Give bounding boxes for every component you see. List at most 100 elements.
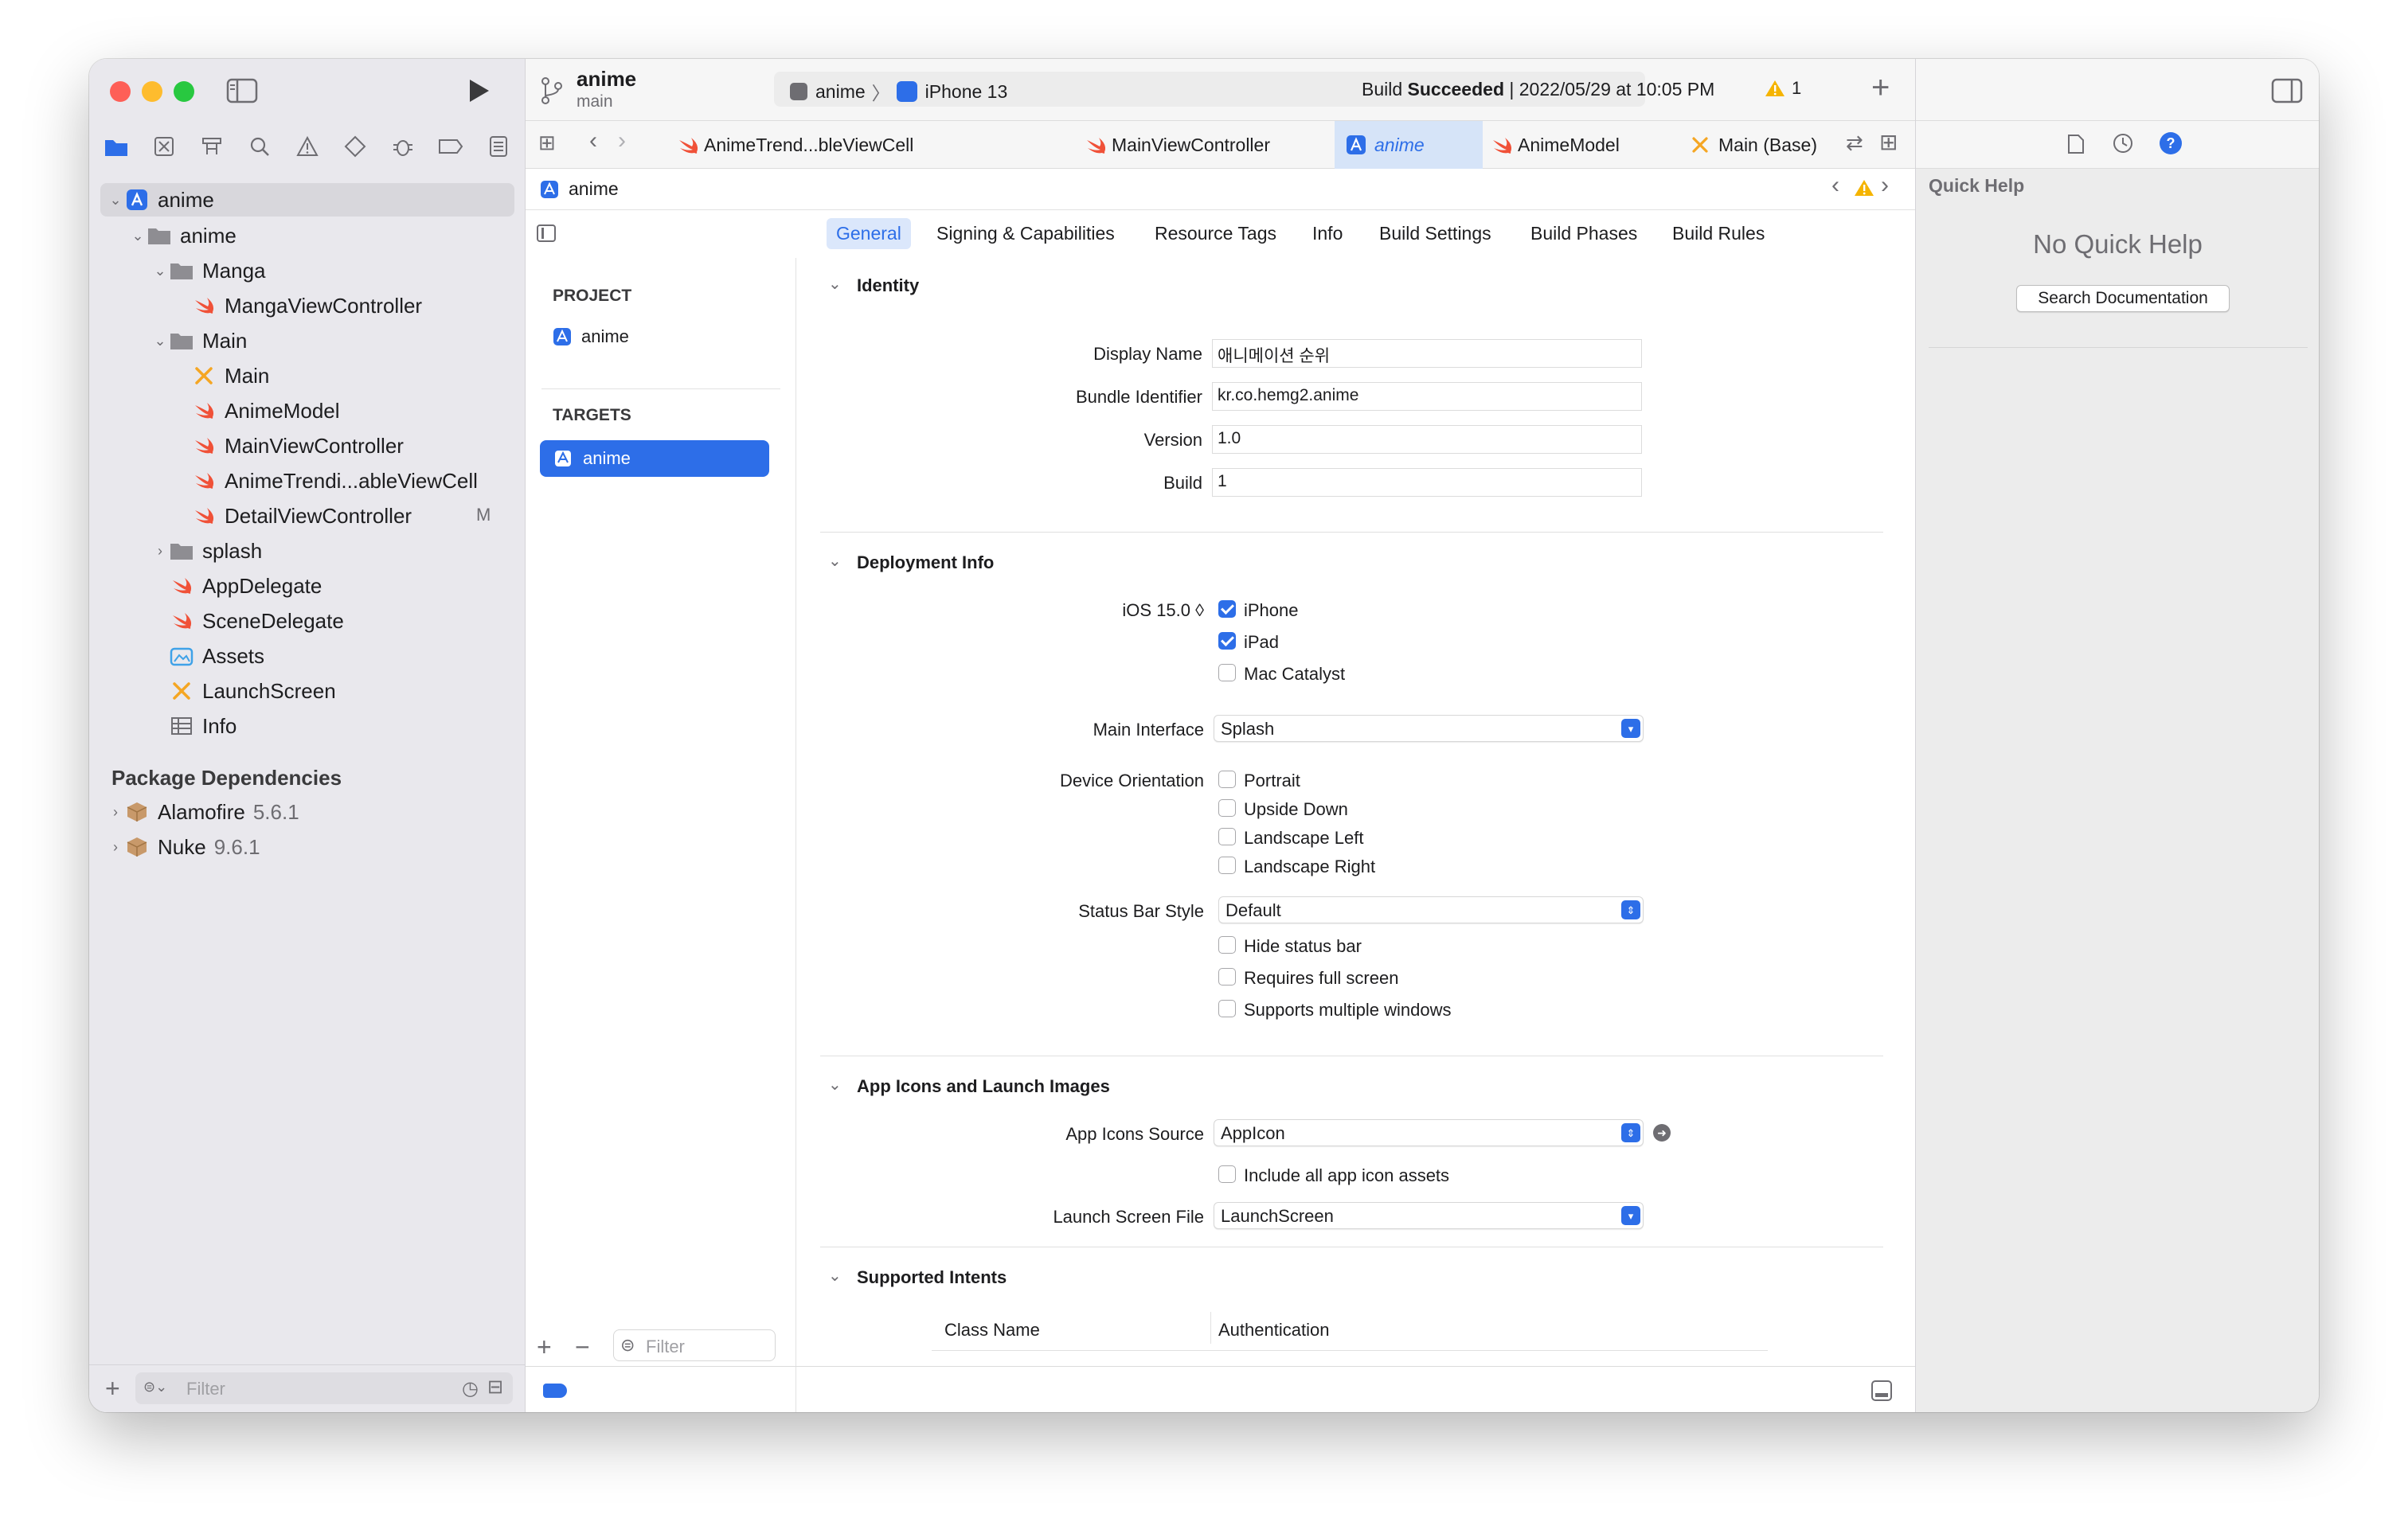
tree-item-anime-group[interactable]: ⌄ anime [129,219,236,252]
jump-bar-path[interactable]: anime [540,178,619,200]
multiple-windows-checkbox[interactable] [1218,1000,1236,1017]
ios-version-popup[interactable]: iOS 15.0 ◊ [1067,600,1204,621]
tree-item-info[interactable]: Info [169,709,236,743]
display-name-field[interactable]: 애니메이션 순위 [1212,339,1642,368]
status-bar-style-popup[interactable]: Default ⇕ [1218,896,1644,923]
tree-item-detailviewcontroller[interactable]: DetailViewController [191,499,412,533]
toggle-inspector-icon[interactable] [2271,78,2303,107]
chevron-right-icon[interactable]: › [107,839,124,856]
chevron-down-icon[interactable]: ⌄ [151,263,169,279]
back-icon[interactable]: ‹ [589,127,597,154]
toggle-targets-icon[interactable] [537,224,556,242]
tree-item-mangaviewcontroller[interactable]: MangaViewController [191,289,422,322]
launch-screen-file-combo[interactable]: LaunchScreen ▾ [1214,1202,1644,1229]
tree-item-main-storyboard[interactable]: Main [191,359,269,392]
bundle-identifier-field[interactable]: kr.co.hemg2.anime [1212,382,1642,411]
landscape-right-checkbox[interactable] [1218,857,1236,874]
project-item[interactable]: anime [553,326,629,347]
quick-help-icon[interactable]: ? [2160,132,2182,154]
landscape-left-checkbox[interactable] [1218,828,1236,845]
ipad-checkbox[interactable] [1218,632,1236,650]
mac-catalyst-checkbox[interactable] [1218,664,1236,681]
target-item-anime[interactable]: anime [540,440,769,477]
scm-filter-icon[interactable]: ⊟ [487,1376,503,1399]
tab-animetrending-cell[interactable]: AnimeTrend...bleViewCell [677,123,913,167]
add-icon[interactable]: + [105,1376,120,1401]
chevron-right-icon[interactable]: › [107,804,124,821]
breakpoints-toggle-icon[interactable] [543,1384,567,1398]
segment-signing[interactable]: Signing & Capabilities [927,218,1124,249]
warning-indicator[interactable]: 1 [1765,78,1801,99]
symbol-icon[interactable] [196,131,228,162]
split-editor-icon[interactable]: ⊞ [1879,129,1898,155]
app-icons-source-popup[interactable]: AppIcon ⇕ [1214,1119,1644,1146]
tab-mainviewcontroller[interactable]: MainViewController [1085,123,1270,167]
warning-icon[interactable] [1854,178,1874,201]
toggle-navigator-icon[interactable] [226,78,258,103]
tree-item-animemodel[interactable]: AnimeModel [191,394,340,427]
tree-item-main-group[interactable]: ⌄ Main [151,324,247,357]
go-to-asset-icon[interactable]: ➜ [1653,1124,1671,1142]
debug-icon[interactable] [387,131,419,162]
chevron-right-icon[interactable]: › [151,543,169,560]
folder-icon[interactable] [100,131,132,162]
recent-filter-icon[interactable]: ◷ [462,1377,479,1400]
tree-item-appdelegate[interactable]: AppDelegate [169,569,322,603]
tab-anime-project[interactable]: anime [1346,123,1425,167]
segment-build-phases[interactable]: Build Phases [1521,218,1647,249]
tree-item-animetrending-cell[interactable]: AnimeTrendi...ableViewCell [191,464,478,498]
segment-build-rules[interactable]: Build Rules [1663,218,1774,249]
authentication-column-header[interactable]: Authentication [1218,1320,1329,1341]
tree-root-anime[interactable]: ⌄ anime [107,183,213,217]
chevron-down-icon[interactable]: ⌄ [828,1075,842,1095]
file-inspector-icon[interactable] [2067,134,2085,158]
issue-icon[interactable] [291,131,323,162]
tree-item-splash-group[interactable]: › splash [151,534,262,568]
hide-status-bar-checkbox[interactable] [1218,936,1236,954]
remove-target-icon[interactable]: − [575,1334,590,1360]
chevron-down-icon[interactable]: ⌄ [828,1266,842,1286]
tree-item-mainviewcontroller[interactable]: MainViewController [191,429,404,463]
requires-full-screen-checkbox[interactable] [1218,968,1236,986]
search-documentation-button[interactable]: Search Documentation [2016,285,2230,312]
include-all-icons-checkbox[interactable] [1218,1165,1236,1183]
tree-item-scenedelegate[interactable]: SceneDelegate [169,604,344,638]
add-target-icon[interactable]: + [537,1334,552,1360]
close-window-button[interactable] [110,81,131,102]
minimize-window-button[interactable] [142,81,162,102]
navigator-filter-field[interactable]: ⊜⌄ Filter ◷ ⊟ [135,1372,513,1404]
search-icon[interactable] [244,131,276,162]
upside-down-checkbox[interactable] [1218,799,1236,817]
swap-editor-icon[interactable]: ⇄ [1846,131,1863,155]
segment-build-settings[interactable]: Build Settings [1370,218,1501,249]
build-field[interactable]: 1 [1212,468,1642,497]
chevron-down-icon[interactable]: ▾ [1621,719,1640,738]
version-field[interactable]: 1.0 [1212,425,1642,454]
history-inspector-icon[interactable] [2112,132,2134,158]
chevron-down-icon[interactable]: ⌄ [151,333,169,349]
tree-item-launchscreen[interactable]: LaunchScreen [169,674,336,708]
chevron-down-icon[interactable]: ⌄ [129,228,147,244]
next-issue-icon[interactable]: › [1881,172,1889,199]
report-icon[interactable] [483,131,514,162]
add-library-icon[interactable]: + [1871,72,1890,103]
segment-general[interactable]: General [827,218,911,249]
portrait-checkbox[interactable] [1218,771,1236,788]
tab-main-base[interactable]: Main (Base) [1690,123,1817,167]
package-nuke[interactable]: › Nuke 9.6.1 [107,830,260,864]
grid-icon[interactable]: ⊞ [538,131,556,155]
tree-item-assets[interactable]: Assets [169,639,264,673]
chevron-down-icon[interactable]: ⌄ [828,551,842,571]
package-alamofire[interactable]: › Alamofire 5.6.1 [107,795,299,829]
targets-filter-field[interactable]: ⊜ Filter [613,1329,776,1361]
source-control-icon[interactable] [148,131,180,162]
iphone-checkbox[interactable] [1218,600,1236,618]
debug-area-toggle-icon[interactable] [1871,1380,1892,1401]
segment-info[interactable]: Info [1303,218,1352,249]
breakpoint-icon[interactable] [435,131,467,162]
chevron-down-icon[interactable]: ⌄ [107,192,124,209]
class-name-column-header[interactable]: Class Name [944,1320,1040,1341]
test-icon[interactable] [339,131,371,162]
tree-item-manga-group[interactable]: ⌄ Manga [151,254,265,287]
zoom-window-button[interactable] [174,81,194,102]
